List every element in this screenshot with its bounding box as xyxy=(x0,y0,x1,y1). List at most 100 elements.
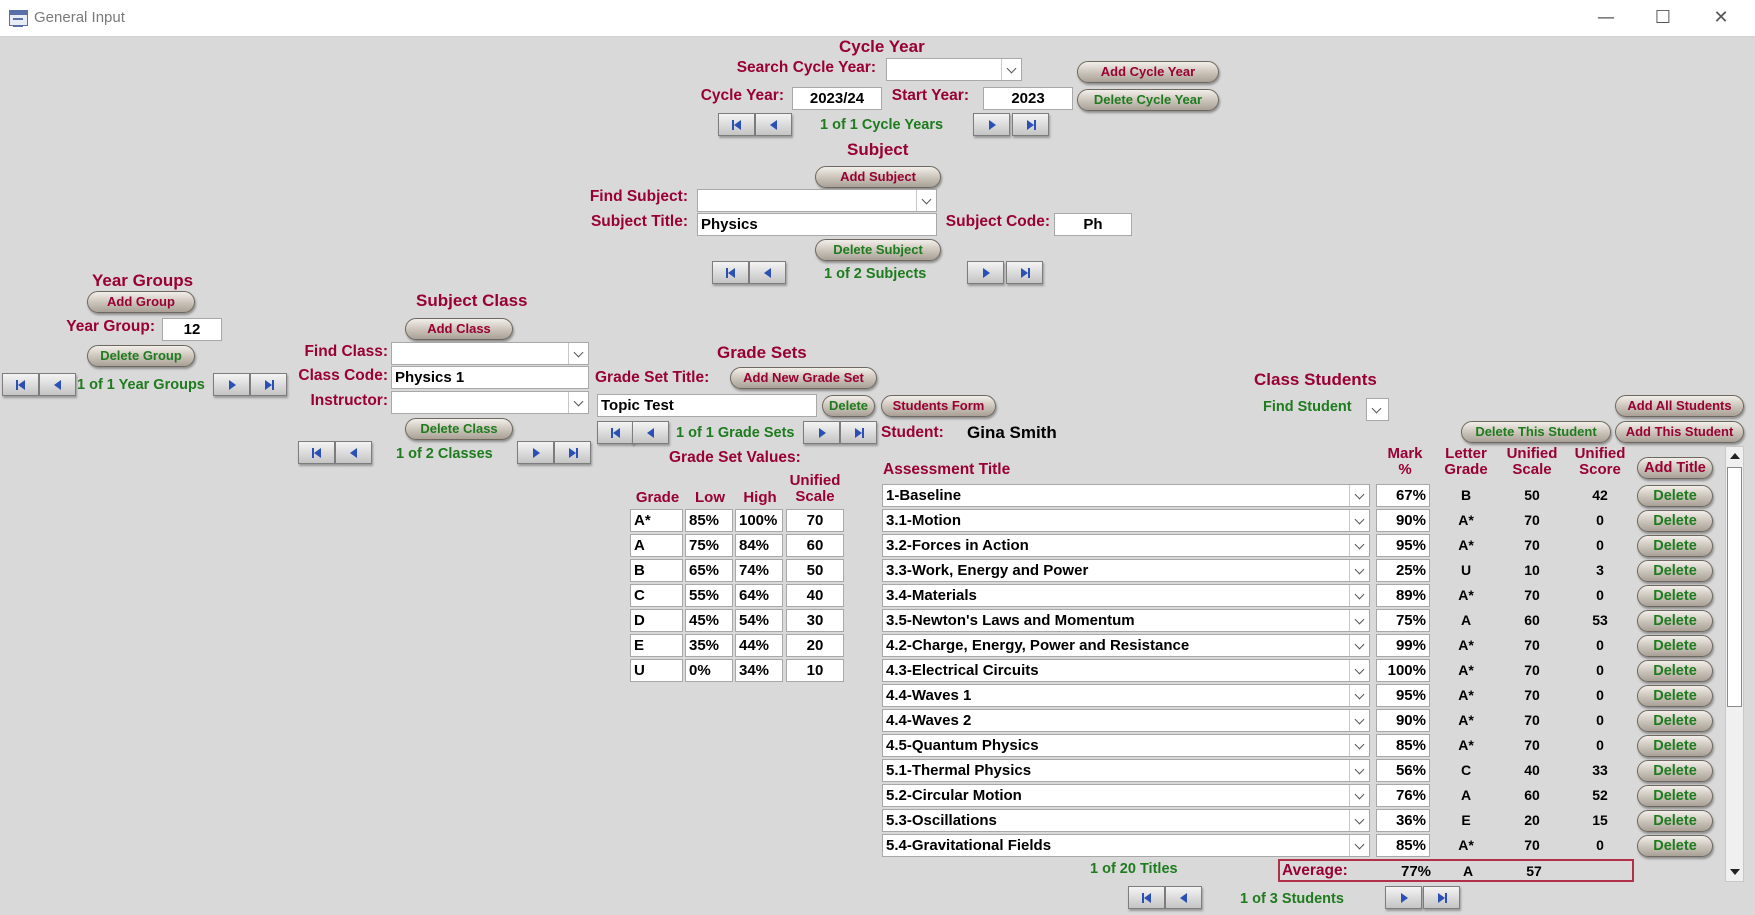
grade-set-low-cell[interactable]: 45% xyxy=(685,609,733,632)
chevron-down-icon[interactable] xyxy=(1349,760,1369,781)
mark-percent-field[interactable]: 85% xyxy=(1376,834,1430,857)
grade-set-low-cell[interactable]: 75% xyxy=(685,534,733,557)
grade-set-scale-cell[interactable]: 40 xyxy=(786,584,844,607)
chevron-down-icon[interactable] xyxy=(1349,585,1369,606)
minimize-icon[interactable]: — xyxy=(1586,6,1626,30)
assessment-title-combo[interactable]: 3.5-Newton's Laws and Momentum xyxy=(882,609,1370,632)
chevron-down-icon[interactable] xyxy=(1349,735,1369,756)
subject-last-button[interactable] xyxy=(1006,261,1043,284)
delete-subject-button[interactable]: Delete Subject xyxy=(815,239,941,261)
grade-set-high-cell[interactable]: 44% xyxy=(735,634,783,657)
chevron-down-icon[interactable] xyxy=(1349,835,1369,856)
class-first-button[interactable] xyxy=(298,441,335,464)
grade-set-grade-cell[interactable]: A xyxy=(630,534,683,557)
assessment-title-combo[interactable]: 3.4-Materials xyxy=(882,584,1370,607)
chevron-down-icon[interactable] xyxy=(1349,560,1369,581)
grade-set-scale-cell[interactable]: 10 xyxy=(786,659,844,682)
mark-percent-field[interactable]: 25% xyxy=(1376,559,1430,582)
mark-percent-field[interactable]: 90% xyxy=(1376,709,1430,732)
grade-set-prev-button[interactable] xyxy=(632,421,669,444)
assessment-title-combo[interactable]: 1-Baseline xyxy=(882,484,1370,507)
chevron-down-icon[interactable] xyxy=(1349,635,1369,656)
grade-set-low-cell[interactable]: 65% xyxy=(685,559,733,582)
year-group-next-button[interactable] xyxy=(213,373,250,396)
mark-percent-field[interactable]: 95% xyxy=(1376,534,1430,557)
mark-percent-field[interactable]: 85% xyxy=(1376,734,1430,757)
mark-percent-field[interactable]: 95% xyxy=(1376,684,1430,707)
chevron-down-icon[interactable] xyxy=(1349,785,1369,806)
assessment-scrollbar[interactable] xyxy=(1725,446,1744,882)
subject-next-button[interactable] xyxy=(967,261,1004,284)
grade-set-grade-cell[interactable]: D xyxy=(630,609,683,632)
start-year-field[interactable]: 2023 xyxy=(983,87,1073,110)
grade-set-scale-cell[interactable]: 60 xyxy=(786,534,844,557)
grade-set-title-field[interactable]: Topic Test xyxy=(597,394,817,417)
delete-row-button[interactable]: Delete xyxy=(1637,735,1713,757)
delete-row-button[interactable]: Delete xyxy=(1637,535,1713,557)
subject-code-field[interactable]: Ph xyxy=(1054,213,1132,236)
chevron-down-icon[interactable] xyxy=(1349,535,1369,556)
cycle-next-button[interactable] xyxy=(973,113,1010,136)
find-class-combo[interactable] xyxy=(391,342,589,365)
scroll-up-icon[interactable] xyxy=(1730,453,1740,459)
class-prev-button[interactable] xyxy=(335,441,372,464)
chevron-down-icon[interactable] xyxy=(916,190,936,211)
chevron-down-icon[interactable] xyxy=(1349,810,1369,831)
mark-percent-field[interactable]: 36% xyxy=(1376,809,1430,832)
chevron-down-icon[interactable] xyxy=(1001,59,1021,80)
grade-set-scale-cell[interactable]: 70 xyxy=(786,509,844,532)
assessment-title-combo[interactable]: 3.2-Forces in Action xyxy=(882,534,1370,557)
delete-row-button[interactable]: Delete xyxy=(1637,710,1713,732)
maximize-icon[interactable]: ☐ xyxy=(1643,6,1683,30)
add-new-grade-set-button[interactable]: Add New Grade Set xyxy=(730,367,877,389)
subject-title-field[interactable]: Physics xyxy=(697,213,937,236)
year-group-field[interactable]: 12 xyxy=(162,318,222,341)
mark-percent-field[interactable]: 56% xyxy=(1376,759,1430,782)
grade-set-grade-cell[interactable]: U xyxy=(630,659,683,682)
chevron-down-icon[interactable] xyxy=(1367,399,1388,420)
chevron-down-icon[interactable] xyxy=(568,343,588,364)
grade-set-low-cell[interactable]: 35% xyxy=(685,634,733,657)
assessment-title-combo[interactable]: 5.3-Oscillations xyxy=(882,809,1370,832)
delete-group-button[interactable]: Delete Group xyxy=(87,345,195,367)
grade-set-next-button[interactable] xyxy=(803,421,840,444)
mark-percent-field[interactable]: 100% xyxy=(1376,659,1430,682)
find-subject-combo[interactable] xyxy=(697,189,937,212)
chevron-down-icon[interactable] xyxy=(1349,660,1369,681)
grade-set-low-cell[interactable]: 0% xyxy=(685,659,733,682)
mark-percent-field[interactable]: 76% xyxy=(1376,784,1430,807)
assessment-title-combo[interactable]: 5.2-Circular Motion xyxy=(882,784,1370,807)
add-this-student-button[interactable]: Add This Student xyxy=(1615,421,1744,443)
year-group-first-button[interactable] xyxy=(2,373,39,396)
mark-percent-field[interactable]: 75% xyxy=(1376,609,1430,632)
grade-set-grade-cell[interactable]: A* xyxy=(630,509,683,532)
grade-set-high-cell[interactable]: 64% xyxy=(735,584,783,607)
cycle-first-button[interactable] xyxy=(718,113,755,136)
cycle-last-button[interactable] xyxy=(1012,113,1049,136)
grade-set-last-button[interactable] xyxy=(840,421,877,444)
grade-set-high-cell[interactable]: 100% xyxy=(735,509,783,532)
delete-row-button[interactable]: Delete xyxy=(1637,485,1713,507)
mark-percent-field[interactable]: 99% xyxy=(1376,634,1430,657)
delete-grade-set-button[interactable]: Delete xyxy=(822,395,875,417)
mark-percent-field[interactable]: 90% xyxy=(1376,509,1430,532)
grade-set-grade-cell[interactable]: C xyxy=(630,584,683,607)
assessment-title-combo[interactable]: 3.3-Work, Energy and Power xyxy=(882,559,1370,582)
grade-set-high-cell[interactable]: 74% xyxy=(735,559,783,582)
delete-row-button[interactable]: Delete xyxy=(1637,560,1713,582)
delete-row-button[interactable]: Delete xyxy=(1637,785,1713,807)
grade-set-high-cell[interactable]: 54% xyxy=(735,609,783,632)
delete-row-button[interactable]: Delete xyxy=(1637,835,1713,857)
grade-set-first-button[interactable] xyxy=(597,421,634,444)
student-last-button[interactable] xyxy=(1423,886,1460,909)
close-icon[interactable]: ✕ xyxy=(1701,6,1741,30)
class-next-button[interactable] xyxy=(517,441,554,464)
chevron-down-icon[interactable] xyxy=(1349,610,1369,631)
students-form-button[interactable]: Students Form xyxy=(881,395,996,417)
grade-set-scale-cell[interactable]: 20 xyxy=(786,634,844,657)
chevron-down-icon[interactable] xyxy=(1349,510,1369,531)
add-group-button[interactable]: Add Group xyxy=(87,291,195,313)
student-first-button[interactable] xyxy=(1128,886,1165,909)
cycle-year-field[interactable]: 2023/24 xyxy=(792,87,882,110)
chevron-down-icon[interactable] xyxy=(1349,710,1369,731)
